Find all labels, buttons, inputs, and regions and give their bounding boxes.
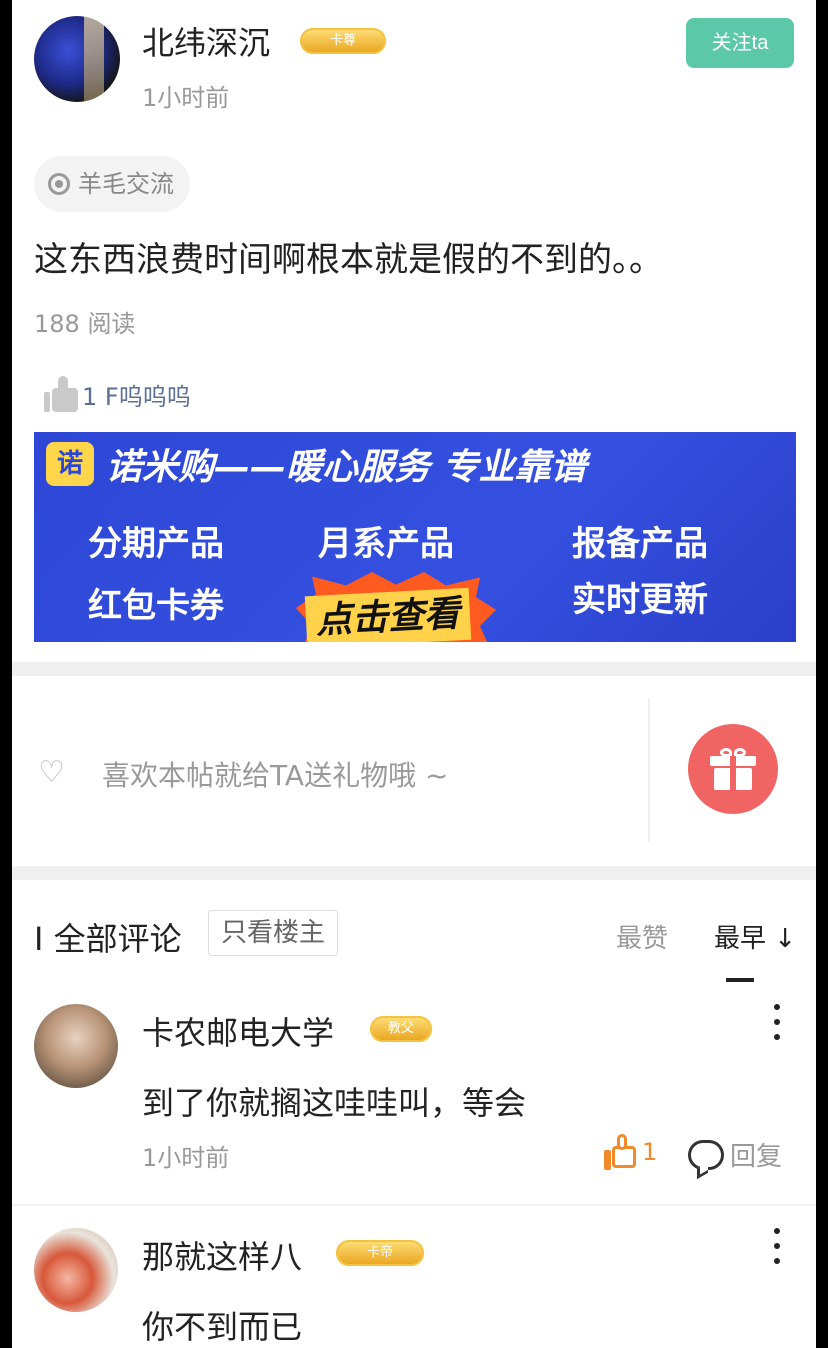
ad-cta-button[interactable]: 点击查看 [304, 587, 472, 642]
ad-item: 实时更新 [572, 580, 708, 620]
gift-bar: ♡ 喜欢本帖就给TA送礼物哦 ~ [12, 676, 816, 866]
commenter-badge: 卡帝 [336, 1240, 424, 1266]
comments-header: I 全部评论 只看楼主 最赞 最早 ↓ [12, 882, 816, 992]
ad-item: 分期产品 [88, 524, 224, 564]
author-name[interactable]: 北纬深沉 [142, 18, 270, 64]
author-level-badge: 卡尊 [300, 28, 386, 54]
gift-icon [710, 748, 756, 790]
comment-time: 1小时前 [142, 1144, 230, 1172]
post-detail-screen: 北纬深沉 卡尊 1小时前 关注ta 羊毛交流 这东西浪费时间啊根本就是假的不到的… [12, 0, 816, 1348]
post-content: 这东西浪费时间啊根本就是假的不到的。。 [34, 240, 663, 280]
commenter-badge: 教父 [370, 1016, 432, 1042]
comment-like-count: 1 [642, 1138, 658, 1166]
follow-button[interactable]: 关注ta [686, 18, 794, 68]
sort-by-likes-tab[interactable]: 最赞 [616, 918, 668, 955]
ad-title: 诺米购——暖心服务 专业靠谱 [106, 447, 587, 488]
gift-caption: 喜欢本帖就给TA送礼物哦 ~ [102, 759, 449, 792]
reply-label: 回复 [730, 1142, 783, 1172]
send-gift-button[interactable] [688, 724, 778, 814]
gift-divider [648, 698, 650, 842]
comments-title: I 全部评论 [34, 920, 182, 958]
active-sort-indicator [726, 978, 754, 982]
post-like-row[interactable]: 1 F呜呜呜 [44, 372, 191, 416]
commenter-avatar[interactable] [34, 1228, 118, 1312]
comment-separator [12, 1204, 816, 1206]
comment-bubble-icon [688, 1139, 724, 1170]
comment-text: 到了你就搁这哇哇叫，等会 [142, 1084, 527, 1122]
like-summary: 1 F呜呜呜 [82, 382, 191, 411]
ad-item: 红包卡券 [88, 586, 224, 626]
read-count: 188 阅读 [34, 310, 136, 338]
ad-banner[interactable]: 诺 诺米购——暖心服务 专业靠谱 分期产品 月系产品 报备产品 红包卡券 实时更… [34, 432, 796, 642]
thumbs-up-icon [604, 1134, 638, 1170]
sort-by-earliest-tab[interactable]: 最早 ↓ [714, 918, 796, 955]
topic-icon [48, 173, 70, 195]
thumbs-up-icon[interactable] [44, 376, 78, 412]
ad-item: 报备产品 [572, 524, 708, 564]
section-divider [12, 662, 816, 676]
ad-item: 月系产品 [318, 524, 454, 564]
topic-label: 羊毛交流 [78, 170, 174, 198]
only-op-button[interactable]: 只看楼主 [208, 910, 338, 956]
more-options-icon[interactable] [768, 1004, 786, 1040]
ad-logo: 诺 [46, 442, 94, 486]
topic-tag[interactable]: 羊毛交流 [34, 156, 190, 212]
more-options-icon[interactable] [768, 1228, 786, 1264]
commenter-name[interactable]: 卡农邮电大学 [142, 1008, 334, 1054]
author-avatar[interactable] [34, 16, 120, 102]
post-time: 1小时前 [142, 84, 230, 112]
comment-text: 你不到而已 [142, 1308, 303, 1346]
comment-like-button[interactable]: 1 [604, 1134, 657, 1170]
reply-button[interactable]: 回复 [688, 1136, 782, 1173]
section-divider [12, 866, 816, 880]
commenter-name[interactable]: 那就这样八 [142, 1232, 302, 1278]
post-header: 北纬深沉 卡尊 1小时前 关注ta [12, 0, 816, 130]
heart-icon[interactable]: ♡ [38, 758, 65, 788]
commenter-avatar[interactable] [34, 1004, 118, 1088]
